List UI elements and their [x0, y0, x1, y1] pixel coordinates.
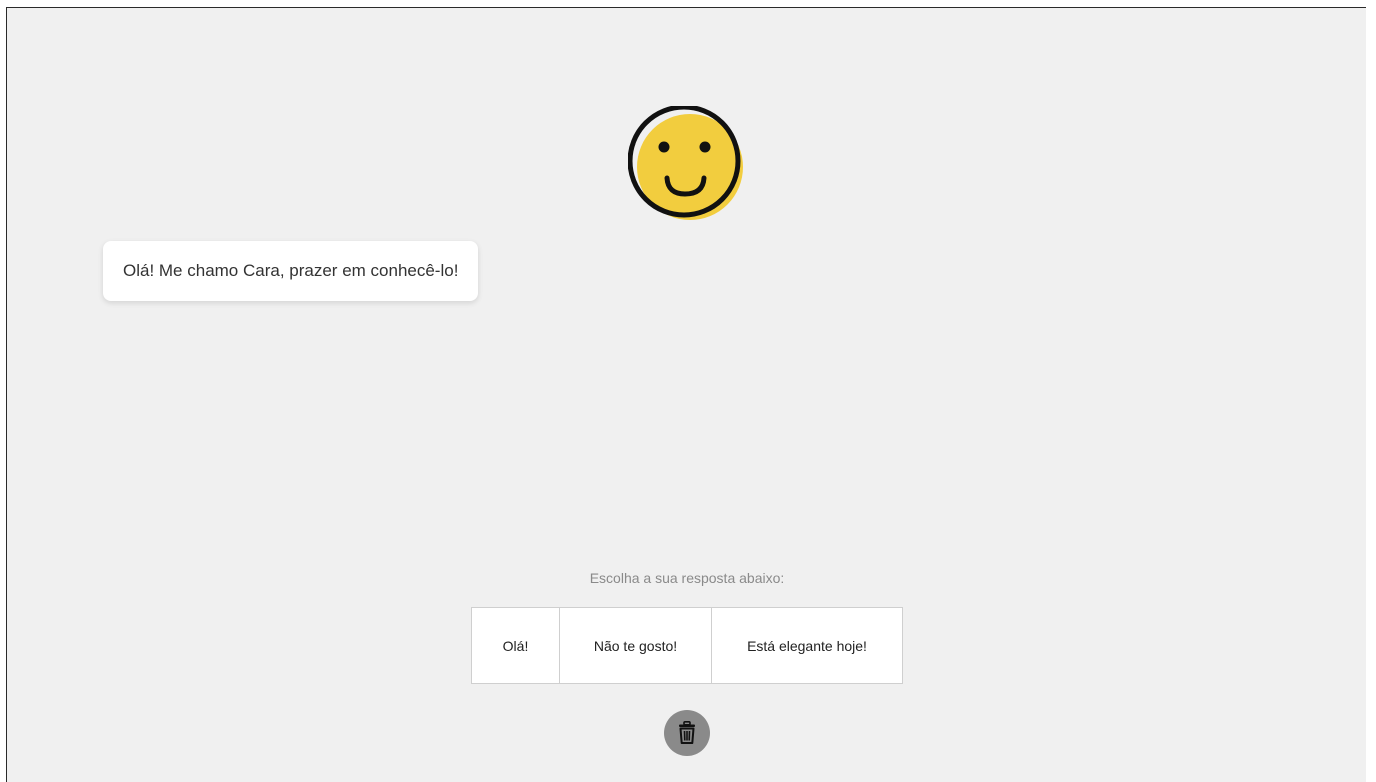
- trash-icon: [679, 721, 695, 744]
- bot-message-text: Olá! Me chamo Cara, prazer em conhecê-lo…: [123, 261, 459, 280]
- clear-chat-button[interactable]: [664, 710, 710, 756]
- reply-options: Olá! Não te gosto! Está elegante hoje!: [471, 607, 903, 684]
- reply-option-ola[interactable]: Olá!: [472, 608, 559, 683]
- smiley-avatar: [627, 104, 748, 226]
- bot-message-bubble: Olá! Me chamo Cara, prazer em conhecê-lo…: [103, 241, 479, 301]
- reply-option-nao-te-gosto[interactable]: Não te gosto!: [559, 608, 711, 683]
- chat-screen: Olá! Me chamo Cara, prazer em conhecê-lo…: [6, 7, 1366, 782]
- reply-option-esta-elegante[interactable]: Está elegante hoje!: [711, 608, 902, 683]
- reply-prompt: Escolha a sua resposta abaixo:: [589, 570, 785, 586]
- smiley-face-icon: [627, 104, 743, 220]
